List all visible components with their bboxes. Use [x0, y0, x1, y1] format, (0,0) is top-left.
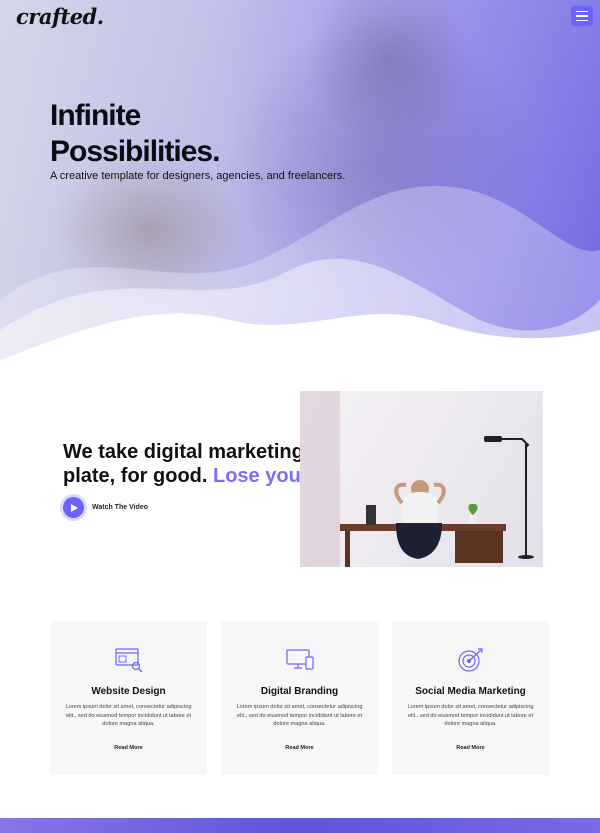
watch-video-label[interactable]: Watch The Video — [92, 504, 148, 511]
hero-title-line1: Infinite — [50, 99, 141, 132]
menu-line — [576, 10, 588, 13]
hamburger-menu-icon[interactable] — [571, 6, 593, 26]
service-description: Lorem ipsum dolor sit amet, consectetur … — [65, 704, 192, 727]
service-title: Digital Branding — [260, 686, 339, 697]
read-more-link[interactable]: Read More — [392, 745, 549, 751]
service-description: Lorem ipsum dolor sit amet, consectetur … — [407, 704, 534, 727]
hero-title-line2: Possibilities. — [50, 135, 220, 168]
website-design-icon — [115, 648, 143, 673]
devices-icon — [286, 649, 314, 670]
hero-section: crafted. Infinite Possibilities. A creat… — [0, 0, 600, 370]
target-icon — [458, 648, 483, 672]
hero-title: Infinite Possibilities. — [50, 98, 350, 170]
hero-subtitle: A creative template for designers, agenc… — [50, 170, 346, 182]
service-title: Website Design — [91, 686, 166, 697]
menu-line — [576, 19, 588, 22]
service-title: Social Media Marketing — [415, 686, 526, 697]
office-illustration — [300, 391, 534, 567]
service-card-social-media: Social Media Marketing Lorem ipsum dolor… — [392, 621, 549, 775]
play-icon[interactable] — [63, 497, 84, 518]
office-photo — [300, 391, 543, 567]
watch-video-link[interactable]: Watch The Video — [63, 497, 148, 518]
read-more-link[interactable]: Read More — [221, 745, 378, 751]
service-card-digital-branding: Digital Branding Lorem ipsum dolor sit a… — [221, 621, 378, 775]
read-more-link[interactable]: Read More — [50, 745, 207, 751]
brand-logo[interactable]: crafted. — [16, 4, 104, 29]
menu-line — [576, 15, 588, 17]
footer-gradient-band — [0, 818, 600, 833]
hero-wave-decoration — [0, 186, 600, 370]
service-description: Lorem ipsum dolor sit amet, consectetur … — [236, 704, 363, 727]
service-card-website-design: Website Design Lorem ipsum dolor sit ame… — [50, 621, 207, 775]
